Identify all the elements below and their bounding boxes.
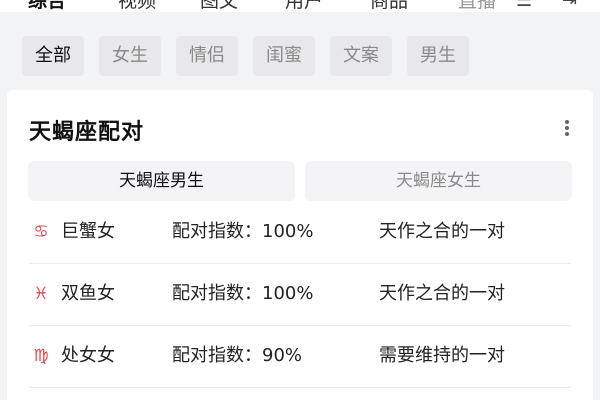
match-score: 配对指数：100% [172, 283, 314, 304]
list-item[interactable]: ♋ 巨蟹女 配对指数：100% 天作之合的一对 [7, 202, 593, 264]
match-score: 配对指数：90% [172, 345, 303, 366]
segment-scorpio-female[interactable]: 天蝎座女生 [305, 161, 572, 201]
match-description: 天作之合的一对 [379, 221, 505, 242]
tab-live[interactable]: 直播 [458, 0, 496, 12]
filter-chip-bar: 全部 女生 情侣 闺蜜 文案 男生 [0, 36, 600, 76]
tab-comprehensive[interactable]: 综合 [28, 0, 66, 12]
more-options-icon[interactable] [559, 116, 575, 140]
pisces-icon: ♓ [33, 284, 49, 304]
list-item[interactable]: ♓ 双鱼女 配对指数：100% 天作之合的一对 [7, 264, 593, 326]
chip-couples[interactable]: 情侣 [176, 36, 238, 76]
list-item[interactable]: ♍ 处女女 配对指数：90% 需要维持的一对 [7, 326, 593, 388]
match-description: 需要维持的一对 [379, 345, 505, 366]
match-score: 配对指数：100% [172, 221, 314, 242]
row-divider [29, 387, 571, 388]
segment-scorpio-male[interactable]: 天蝎座男生 [28, 161, 295, 201]
tab-video[interactable]: 视频 [118, 0, 156, 12]
virgo-icon: ♍ [33, 346, 49, 366]
match-description: 天作之合的一对 [379, 283, 505, 304]
cancer-icon: ♋ [33, 222, 49, 242]
card-title: 天蝎座配对 [29, 120, 145, 145]
chip-boys[interactable]: 男生 [407, 36, 469, 76]
zodiac-match-card: 天蝎座配对 天蝎座男生 天蝎座女生 ♋ 巨蟹女 配对指数：100% 天作之合的一… [7, 90, 593, 400]
match-name: 巨蟹女 [61, 221, 115, 242]
tab-image-text[interactable]: 图文 [200, 0, 238, 12]
filter-icon[interactable]: ☰ [516, 0, 532, 12]
match-name: 双鱼女 [61, 283, 115, 304]
chip-bestie[interactable]: 闺蜜 [253, 36, 315, 76]
top-tab-bar: 综合 视频 图文 用户 商品 直播 ☰ ⇥ [0, 0, 600, 12]
chip-all[interactable]: 全部 [22, 36, 84, 76]
match-name: 处女女 [61, 345, 115, 366]
chip-girls[interactable]: 女生 [99, 36, 161, 76]
exit-icon[interactable]: ⇥ [562, 0, 577, 12]
tab-users[interactable]: 用户 [285, 0, 323, 12]
chip-copywriting[interactable]: 文案 [330, 36, 392, 76]
tab-products[interactable]: 商品 [370, 0, 408, 12]
